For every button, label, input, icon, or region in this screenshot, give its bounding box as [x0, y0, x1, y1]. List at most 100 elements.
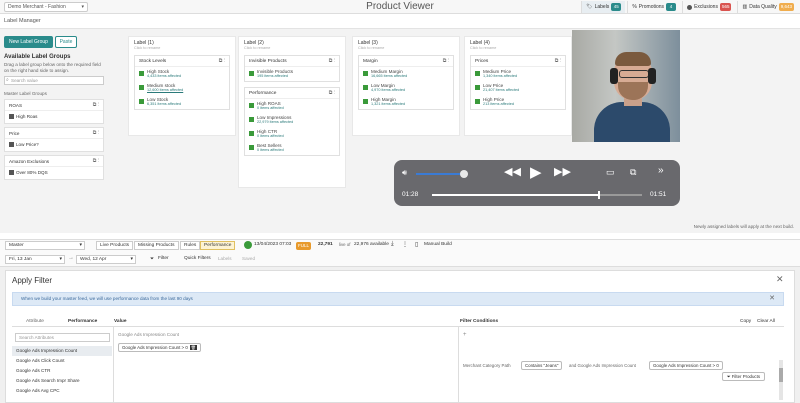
value-chip[interactable]: Google Ads Impression Count > 0 🗑︎: [118, 343, 201, 352]
label-item[interactable]: Low Impressions 22,979 items affected: [245, 113, 339, 127]
item-swatch: [249, 145, 254, 150]
tab-performance-attr[interactable]: Performance: [68, 319, 97, 324]
copy-icon[interactable]: ⧉ ⋮: [329, 58, 335, 64]
download-icon[interactable]: ⤓: [391, 241, 394, 248]
label-item[interactable]: Medium Price 1,340 items affected: [471, 67, 565, 81]
label-column-title[interactable]: Label (2): [239, 37, 345, 46]
label-column-title[interactable]: Label (4): [465, 37, 571, 46]
label-item[interactable]: Low Price 21,407 items affected: [471, 81, 565, 95]
nav-labels[interactable]: 🏷 Labels 45: [581, 1, 626, 13]
rewind-icon[interactable]: ◀◀: [504, 165, 521, 178]
airplay-icon[interactable]: ▭: [606, 167, 615, 178]
filter-icon[interactable]: ⏷: [150, 256, 154, 262]
tab-missing-products[interactable]: Missing Products: [134, 241, 179, 250]
label-item[interactable]: Invisible Products 195 items affected: [245, 67, 339, 81]
saved-dropdown[interactable]: Saved: [242, 256, 255, 261]
label-column-sub: Click to rename: [134, 46, 161, 50]
tab-attribute[interactable]: Attribute: [26, 319, 44, 324]
list-item[interactable]: Google Ads Avg CPC: [12, 386, 112, 396]
label-item[interactable]: Medium Margin 16,665 items affected: [359, 67, 453, 81]
expand-icon[interactable]: »: [658, 165, 664, 176]
list-item[interactable]: Google Ads Click Count: [12, 356, 112, 366]
add-condition-icon[interactable]: +: [463, 332, 467, 338]
item-count-link[interactable]: 12,600 items affected: [147, 88, 225, 93]
label-item[interactable]: Low Stock 6,351 items affected: [135, 95, 229, 109]
label-group-box[interactable]: Performance ⧉ ⋮ High ROAS 0 items affected…: [244, 87, 340, 156]
condition-field: Merchant Category Path: [463, 363, 511, 368]
feed-select[interactable]: Master ▾: [5, 241, 85, 250]
quick-filters-button[interactable]: Quick Filters: [184, 256, 211, 261]
attribute-search-input[interactable]: Search Attributes: [15, 333, 110, 342]
build-status-icon: [244, 241, 252, 249]
label-item[interactable]: High CTR 0 items affected: [245, 127, 339, 141]
copy-icon[interactable]: ⧉ ⋮: [93, 130, 99, 136]
delete-icon[interactable]: 🗑︎: [189, 345, 197, 350]
new-label-group-button[interactable]: New Label Group: [4, 36, 53, 48]
volume-icon[interactable]: 🔊︎: [402, 168, 407, 178]
label-item[interactable]: High Margin 1,321 items affected: [359, 95, 453, 109]
copy-icon[interactable]: ⧉ ⋮: [329, 90, 335, 96]
nav-exclusions[interactable]: Exclusions 565: [682, 1, 735, 13]
copy-button[interactable]: Copy: [740, 319, 751, 324]
label-group-box[interactable]: Margin ⧉ ⋮ Medium Margin 16,665 items affe…: [358, 55, 454, 110]
copy-icon[interactable]: ⧉ ⋮: [443, 58, 449, 64]
play-icon[interactable]: ▶: [530, 163, 542, 181]
copy-icon[interactable]: ⧉ ⋮: [93, 158, 99, 164]
master-group[interactable]: ROAS ⧉ ⋮ High Roas: [4, 99, 104, 124]
webcam-video: [572, 30, 680, 142]
progress-knob[interactable]: [597, 191, 600, 199]
master-group[interactable]: Amazon Exclusions ⧉ ⋮ Over 80% DQS: [4, 155, 104, 180]
more-icon[interactable]: ⋮: [402, 241, 408, 248]
group-item[interactable]: Low Price?: [5, 139, 103, 151]
close-icon[interactable]: ✕: [776, 274, 784, 285]
manual-build-link[interactable]: Manual Build: [424, 242, 452, 247]
group-item[interactable]: Over 80% DQS: [5, 167, 103, 179]
nav-promotions[interactable]: % Promotions 4: [627, 1, 680, 13]
condition-chip[interactable]: Google Ads Impression Count > 0: [649, 361, 723, 370]
tab-performance[interactable]: Performance: [200, 241, 236, 250]
date-to-select[interactable]: Wed, 12 Apr ▾: [76, 255, 136, 264]
clear-all-button[interactable]: Clear All: [757, 319, 775, 324]
condition-chip[interactable]: Contains "Jeans": [521, 361, 563, 370]
label-group-box[interactable]: Stock Levels ⧉ ⋮ High Stock 4,433 items af…: [134, 55, 230, 110]
volume-knob[interactable]: [459, 170, 468, 178]
nav-promotions-badge: 4: [666, 3, 677, 11]
label-item[interactable]: High Price 213 items affected: [471, 95, 565, 109]
paste-button[interactable]: Paste: [54, 36, 78, 48]
group-name: ROAS: [5, 100, 103, 111]
label-group-box[interactable]: Invisible Products ⧉ ⋮ Invisible Products…: [244, 55, 340, 82]
date-from-select[interactable]: Fri, 13 Jan ▾: [5, 255, 65, 264]
label-item[interactable]: High ROAS 0 items affected: [245, 99, 339, 113]
copy-icon[interactable]: ⧉ ⋮: [93, 102, 99, 108]
master-group[interactable]: Price ⧉ ⋮ Low Price?: [4, 127, 104, 152]
label-group-title: Stock Levels ⧉ ⋮: [135, 56, 229, 67]
tab-rules[interactable]: Rules: [180, 241, 201, 250]
nav-data-quality[interactable]: ▥ Data Quality 9,643: [737, 1, 798, 13]
label-item[interactable]: High Stock 4,433 items affected: [135, 67, 229, 81]
scrollbar-thumb[interactable]: [779, 368, 783, 382]
label-item[interactable]: Low Margin 4,970 items affected: [359, 81, 453, 95]
list-item[interactable]: Google Ads Search Impr Share: [12, 376, 112, 386]
filter-button[interactable]: Filter: [158, 256, 169, 261]
label-item[interactable]: Best Sellers 0 items affected: [245, 141, 339, 155]
close-icon[interactable]: ✕: [769, 293, 775, 305]
group-item[interactable]: High Roas: [5, 111, 103, 123]
list-item[interactable]: Google Ads CTR: [12, 366, 112, 376]
picture-in-picture-icon[interactable]: ⧉: [630, 167, 636, 178]
copy-icon[interactable]: ⧉ ⋮: [555, 58, 561, 64]
group-search-input[interactable]: ⌕ Search value: [4, 76, 104, 85]
labels-dropdown[interactable]: Labels: [218, 256, 232, 261]
list-item[interactable]: Google Ads Impression Count: [12, 346, 112, 356]
label-column-title[interactable]: Label (3): [353, 37, 459, 46]
label-item[interactable]: Medium stock 12,600 items affected: [135, 81, 229, 95]
merchant-select[interactable]: Demo Merchant - Fashion ▾: [4, 2, 88, 12]
scrollbar[interactable]: [779, 360, 783, 400]
top-bar: Demo Merchant - Fashion ▾ Product Viewer …: [0, 0, 800, 14]
tab-live-products[interactable]: Live Products: [96, 241, 134, 250]
label-group-box[interactable]: Prices ⧉ ⋮ Medium Price 1,340 items affect…: [470, 55, 566, 110]
label-column-title[interactable]: Label (1): [129, 37, 235, 46]
filter-products-button[interactable]: ⏷ Filter Products: [722, 372, 766, 381]
nav-labels-label: Labels: [594, 4, 610, 10]
copy-icon[interactable]: ⧉ ⋮: [219, 58, 225, 64]
fast-forward-icon[interactable]: ▶▶: [554, 165, 571, 178]
